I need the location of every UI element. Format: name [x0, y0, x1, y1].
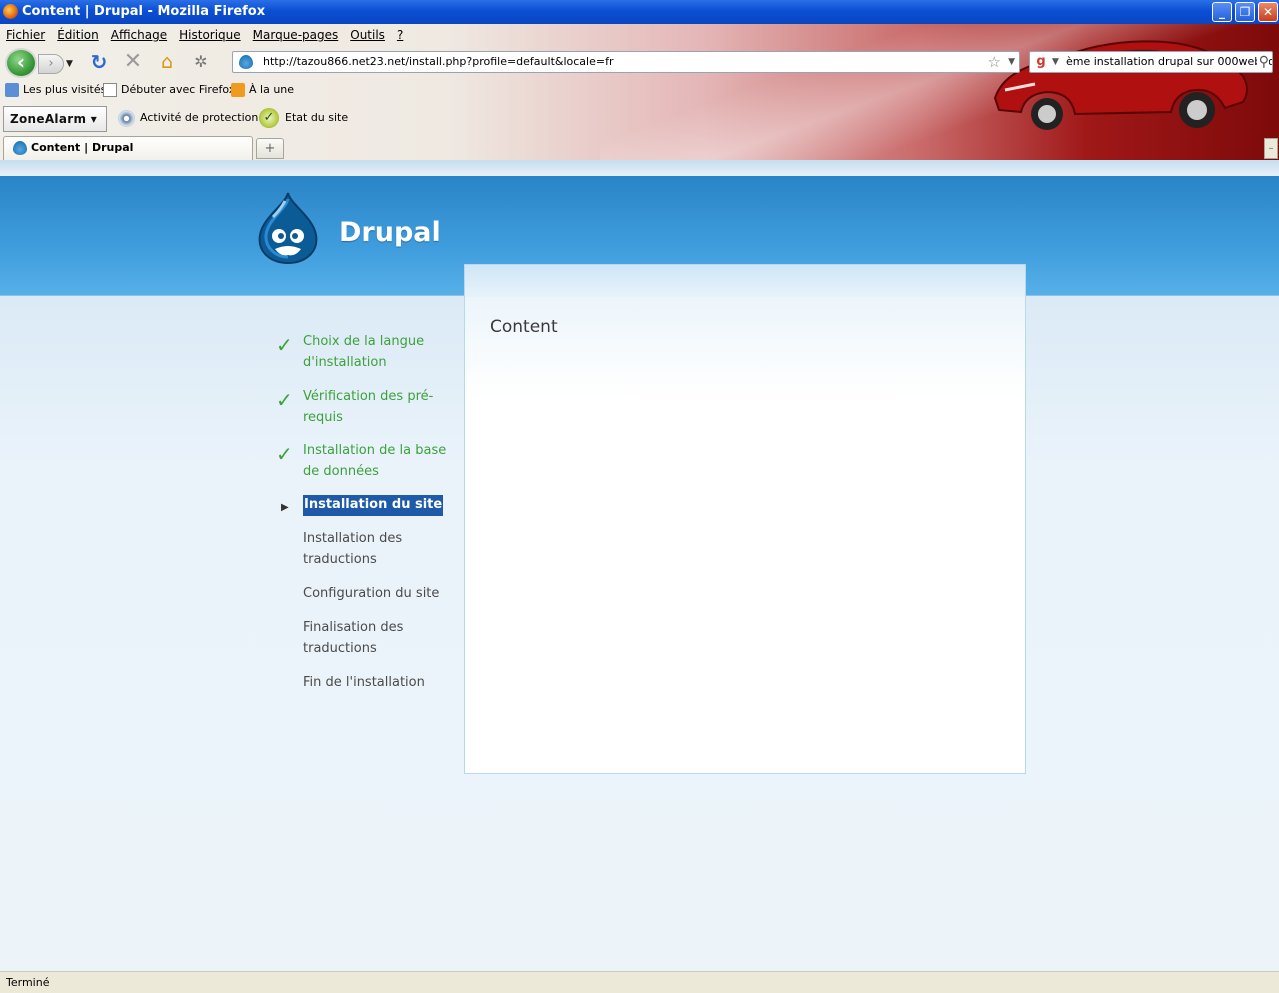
content-panel-gradient	[465, 297, 1025, 397]
menu-help[interactable]: ?	[397, 24, 403, 46]
content-panel-header	[465, 265, 1025, 297]
addons-icon[interactable]: ✲	[190, 50, 212, 74]
menu-fichier[interactable]: Fichier	[6, 24, 45, 46]
tab-content-drupal[interactable]: Content | Drupal	[3, 136, 253, 160]
menu-historique[interactable]: Historique	[179, 24, 241, 46]
url-bar[interactable]: http://tazou866.net23.net/install.php?pr…	[232, 51, 1020, 73]
step-label: Installation des traductions	[303, 531, 403, 567]
maximize-button[interactable]: ❐	[1235, 2, 1255, 22]
search-text: ème installation drupal sur 000webhost	[1066, 55, 1273, 68]
new-tab-button[interactable]: +	[256, 138, 284, 159]
content-panel: Content	[464, 264, 1026, 774]
bookmark-label: À la une	[249, 83, 295, 96]
back-arrow-icon: ‹	[16, 50, 26, 74]
history-dropdown-icon[interactable]: ▼	[66, 54, 76, 74]
forward-button[interactable]: ›	[38, 54, 64, 74]
firefox-window: Content | Drupal - Mozilla Firefox _ ❐ ✕…	[0, 0, 1279, 993]
site-name: Drupal	[339, 217, 441, 248]
step-label: Choix de la langue d'installation	[303, 334, 425, 370]
step-label: Fin de l'installation	[303, 675, 425, 690]
menu-marque-pages[interactable]: Marque-pages	[253, 24, 339, 46]
rss-icon	[231, 83, 245, 97]
tab-label: Content | Drupal	[31, 141, 134, 154]
navigation-toolbar: ‹ › ▼ ↻ ✕ ⌂ ✲ http://tazou866.net23.net/…	[0, 46, 1279, 78]
title-bar: Content | Drupal - Mozilla Firefox _ ❐ ✕	[0, 0, 1279, 24]
bookmark-headlines[interactable]: À la une	[231, 80, 294, 100]
bookmark-label: Les plus visités	[23, 83, 107, 96]
page-top-band	[0, 160, 1279, 176]
tab-list-icon[interactable]: –	[1264, 138, 1278, 159]
status-bar: Terminé	[0, 971, 1279, 993]
site-status-button[interactable]: ✓ Etat du site	[259, 104, 348, 132]
google-icon[interactable]: g	[1033, 54, 1049, 70]
step-label: Installation du site	[303, 495, 444, 516]
url-text: http://tazou866.net23.net/install.php?pr…	[263, 55, 614, 68]
car-theme-image	[993, 40, 1248, 130]
protection-icon	[118, 109, 135, 127]
stop-icon[interactable]: ✕	[122, 50, 144, 74]
zonealarm-logo[interactable]: ZoneAlarm ▾	[3, 106, 107, 132]
check-icon: ✓	[276, 442, 293, 466]
page-icon	[103, 83, 117, 97]
bookmark-getting-started[interactable]: Débuter avec Firefox	[103, 80, 235, 100]
status-text: Terminé	[6, 976, 50, 989]
step-label: Configuration du site	[303, 586, 440, 601]
url-dropdown-icon[interactable]: ▼	[1008, 52, 1015, 72]
menu-outils[interactable]: Outils	[350, 24, 385, 46]
firefox-icon	[3, 4, 18, 19]
drupal-favicon-icon	[13, 141, 27, 155]
bookmark-label: Débuter avec Firefox	[121, 83, 236, 96]
bookmark-star-icon[interactable]: ☆	[988, 52, 1001, 72]
menu-affichage[interactable]: Affichage	[111, 24, 167, 46]
protection-label: Activité de protection	[140, 111, 259, 124]
minimize-button[interactable]: _	[1212, 2, 1232, 22]
reload-icon[interactable]: ↻	[88, 50, 110, 74]
bookmark-most-visited[interactable]: Les plus visités	[5, 80, 106, 100]
back-button[interactable]: ‹	[5, 48, 37, 78]
forward-arrow-icon: ›	[48, 56, 54, 71]
step-label: Finalisation des traductions	[303, 620, 404, 656]
check-icon: ✓	[276, 388, 293, 412]
search-bar[interactable]: g ▼ ème installation drupal sur 000webho…	[1029, 51, 1273, 73]
menu-bar: Fichier Édition Affichage Historique Marque-…	[0, 24, 409, 46]
web-page: Drupal ✓ Choix de la langue d'installatio…	[0, 160, 1279, 971]
home-icon[interactable]: ⌂	[155, 50, 179, 74]
zonealarm-logo-text: ZoneAlarm	[10, 112, 87, 126]
browser-chrome: Fichier Édition Affichage Historique Marque-…	[0, 24, 1279, 160]
check-icon: ✓	[276, 333, 293, 357]
checkmark-icon: ✓	[259, 108, 279, 128]
step-label: Installation de la base de données	[303, 443, 447, 479]
close-button[interactable]: ✕	[1258, 2, 1278, 22]
tab-strip: Content | Drupal + –	[0, 134, 1279, 160]
drupal-logo-icon	[258, 192, 318, 265]
search-icon[interactable]: ⚲	[1256, 52, 1269, 72]
step-label: Vérification des pré-requis	[303, 389, 434, 425]
drupal-favicon-icon	[239, 55, 253, 69]
page-title: Content	[490, 317, 558, 337]
menu-edition[interactable]: Édition	[57, 24, 99, 46]
window-title: Content | Drupal - Mozilla Firefox	[22, 4, 266, 19]
site-status-label: Etat du site	[285, 111, 349, 124]
protection-activity-button[interactable]: Activité de protection	[118, 104, 258, 132]
most-visited-icon	[5, 83, 19, 97]
engine-dropdown-icon[interactable]: ▼	[1052, 52, 1059, 72]
current-step-arrow-icon: ▶	[281, 502, 289, 513]
